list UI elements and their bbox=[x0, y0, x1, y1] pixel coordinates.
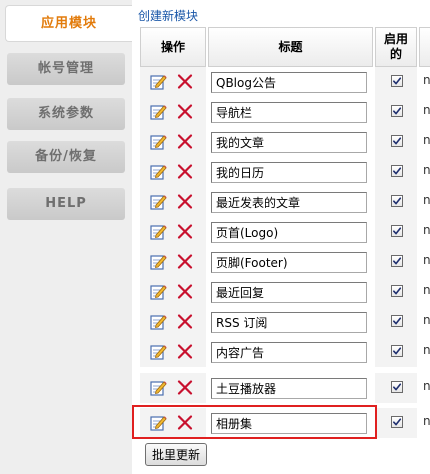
create-module-link[interactable]: 创建新模块 bbox=[138, 7, 198, 24]
delete-icon[interactable] bbox=[177, 73, 193, 90]
delete-icon[interactable] bbox=[177, 343, 193, 360]
row-extra-text: n bbox=[423, 193, 430, 207]
edit-icon[interactable] bbox=[150, 283, 167, 300]
ops-cell bbox=[140, 127, 206, 157]
delete-icon[interactable] bbox=[177, 133, 193, 150]
enabled-checkbox[interactable] bbox=[391, 135, 403, 147]
enabled-checkbox[interactable] bbox=[391, 416, 403, 428]
row-extra-text: n bbox=[423, 133, 430, 147]
edit-icon[interactable] bbox=[150, 163, 167, 180]
row-extra-text: n bbox=[423, 73, 430, 87]
enabled-checkbox[interactable] bbox=[391, 225, 403, 237]
row-extra-text: n bbox=[423, 103, 430, 117]
module-title-input[interactable] bbox=[211, 72, 367, 93]
table-row: n bbox=[140, 127, 430, 157]
module-title-input[interactable] bbox=[211, 252, 367, 273]
row-extra-text: n bbox=[423, 379, 430, 393]
delete-icon[interactable] bbox=[177, 163, 193, 180]
edit-icon[interactable] bbox=[150, 253, 167, 270]
header-enabled-line2: 的 bbox=[389, 47, 402, 61]
sidebar-item-settings[interactable]: 系统参数 bbox=[7, 98, 125, 130]
module-title-input[interactable] bbox=[211, 162, 367, 183]
ops-cell bbox=[140, 307, 206, 337]
row-extra-text: n bbox=[423, 343, 430, 357]
edit-icon[interactable] bbox=[150, 379, 167, 396]
table-row: n bbox=[140, 247, 430, 277]
sidebar-item-accounts[interactable]: 帐号管理 bbox=[7, 53, 125, 85]
header-ops: 操作 bbox=[140, 27, 206, 67]
table-row: n bbox=[140, 67, 430, 97]
header-title: 标题 bbox=[208, 27, 373, 67]
header-enabled-line1: 启用 bbox=[383, 32, 408, 46]
ops-cell bbox=[140, 217, 206, 247]
enabled-checkbox[interactable] bbox=[391, 195, 403, 207]
enabled-checkbox[interactable] bbox=[391, 285, 403, 297]
ops-cell bbox=[140, 67, 206, 97]
module-title-input[interactable] bbox=[211, 312, 367, 333]
header-extra bbox=[419, 27, 430, 67]
module-title-input[interactable] bbox=[211, 378, 367, 399]
header-enabled: 启用 的 bbox=[375, 27, 417, 67]
enabled-checkbox[interactable] bbox=[391, 315, 403, 327]
row-extra-text: n bbox=[423, 163, 430, 177]
table-row: n bbox=[140, 337, 430, 367]
ops-cell bbox=[140, 97, 206, 127]
ops-cell bbox=[140, 373, 206, 403]
table-row: n bbox=[140, 307, 430, 337]
enabled-checkbox[interactable] bbox=[391, 165, 403, 177]
ops-cell bbox=[140, 247, 206, 277]
row-extra-text: n bbox=[423, 283, 430, 297]
delete-icon[interactable] bbox=[177, 379, 193, 396]
table-row: n bbox=[140, 217, 430, 247]
enabled-checkbox[interactable] bbox=[391, 345, 403, 357]
edit-icon[interactable] bbox=[150, 223, 167, 240]
sidebar-item-modules[interactable]: 应用模块 bbox=[5, 5, 132, 42]
row-extra-text: n bbox=[423, 313, 430, 327]
module-title-input[interactable] bbox=[211, 132, 367, 153]
table-row: n bbox=[140, 187, 430, 217]
enabled-checkbox[interactable] bbox=[391, 255, 403, 267]
module-title-input[interactable] bbox=[211, 192, 367, 213]
delete-icon[interactable] bbox=[177, 313, 193, 330]
module-title-input[interactable] bbox=[211, 102, 367, 123]
delete-icon[interactable] bbox=[177, 283, 193, 300]
ops-cell bbox=[140, 277, 206, 307]
enabled-checkbox[interactable] bbox=[391, 381, 403, 393]
edit-icon[interactable] bbox=[150, 343, 167, 360]
enabled-checkbox[interactable] bbox=[391, 105, 403, 117]
row-extra-text: n bbox=[423, 414, 430, 428]
edit-icon[interactable] bbox=[150, 103, 167, 120]
module-title-input[interactable] bbox=[211, 282, 367, 303]
sidebar-item-help[interactable]: HELP bbox=[7, 188, 125, 220]
table-row: n bbox=[140, 97, 430, 127]
module-title-input[interactable] bbox=[211, 342, 367, 363]
delete-icon[interactable] bbox=[177, 193, 193, 210]
highlight-box bbox=[132, 405, 377, 439]
delete-icon[interactable] bbox=[177, 253, 193, 270]
table-row: n bbox=[140, 373, 430, 403]
enabled-checkbox[interactable] bbox=[391, 75, 403, 87]
ops-cell bbox=[140, 337, 206, 367]
delete-icon[interactable] bbox=[177, 223, 193, 240]
table-row: n bbox=[140, 277, 430, 307]
edit-icon[interactable] bbox=[150, 73, 167, 90]
edit-icon[interactable] bbox=[150, 313, 167, 330]
ops-cell bbox=[140, 187, 206, 217]
edit-icon[interactable] bbox=[150, 133, 167, 150]
batch-update-button[interactable]: 批里更新 bbox=[145, 443, 208, 466]
table-row: n bbox=[140, 157, 430, 187]
ops-cell bbox=[140, 157, 206, 187]
module-title-input[interactable] bbox=[211, 222, 367, 243]
delete-icon[interactable] bbox=[177, 103, 193, 120]
row-extra-text: n bbox=[423, 253, 430, 267]
sidebar-item-backup[interactable]: 备份/恢复 bbox=[7, 141, 125, 173]
row-extra-text: n bbox=[423, 223, 430, 237]
sidebar: 应用模块 帐号管理 系统参数 备份/恢复 HELP bbox=[0, 0, 132, 474]
edit-icon[interactable] bbox=[150, 193, 167, 210]
